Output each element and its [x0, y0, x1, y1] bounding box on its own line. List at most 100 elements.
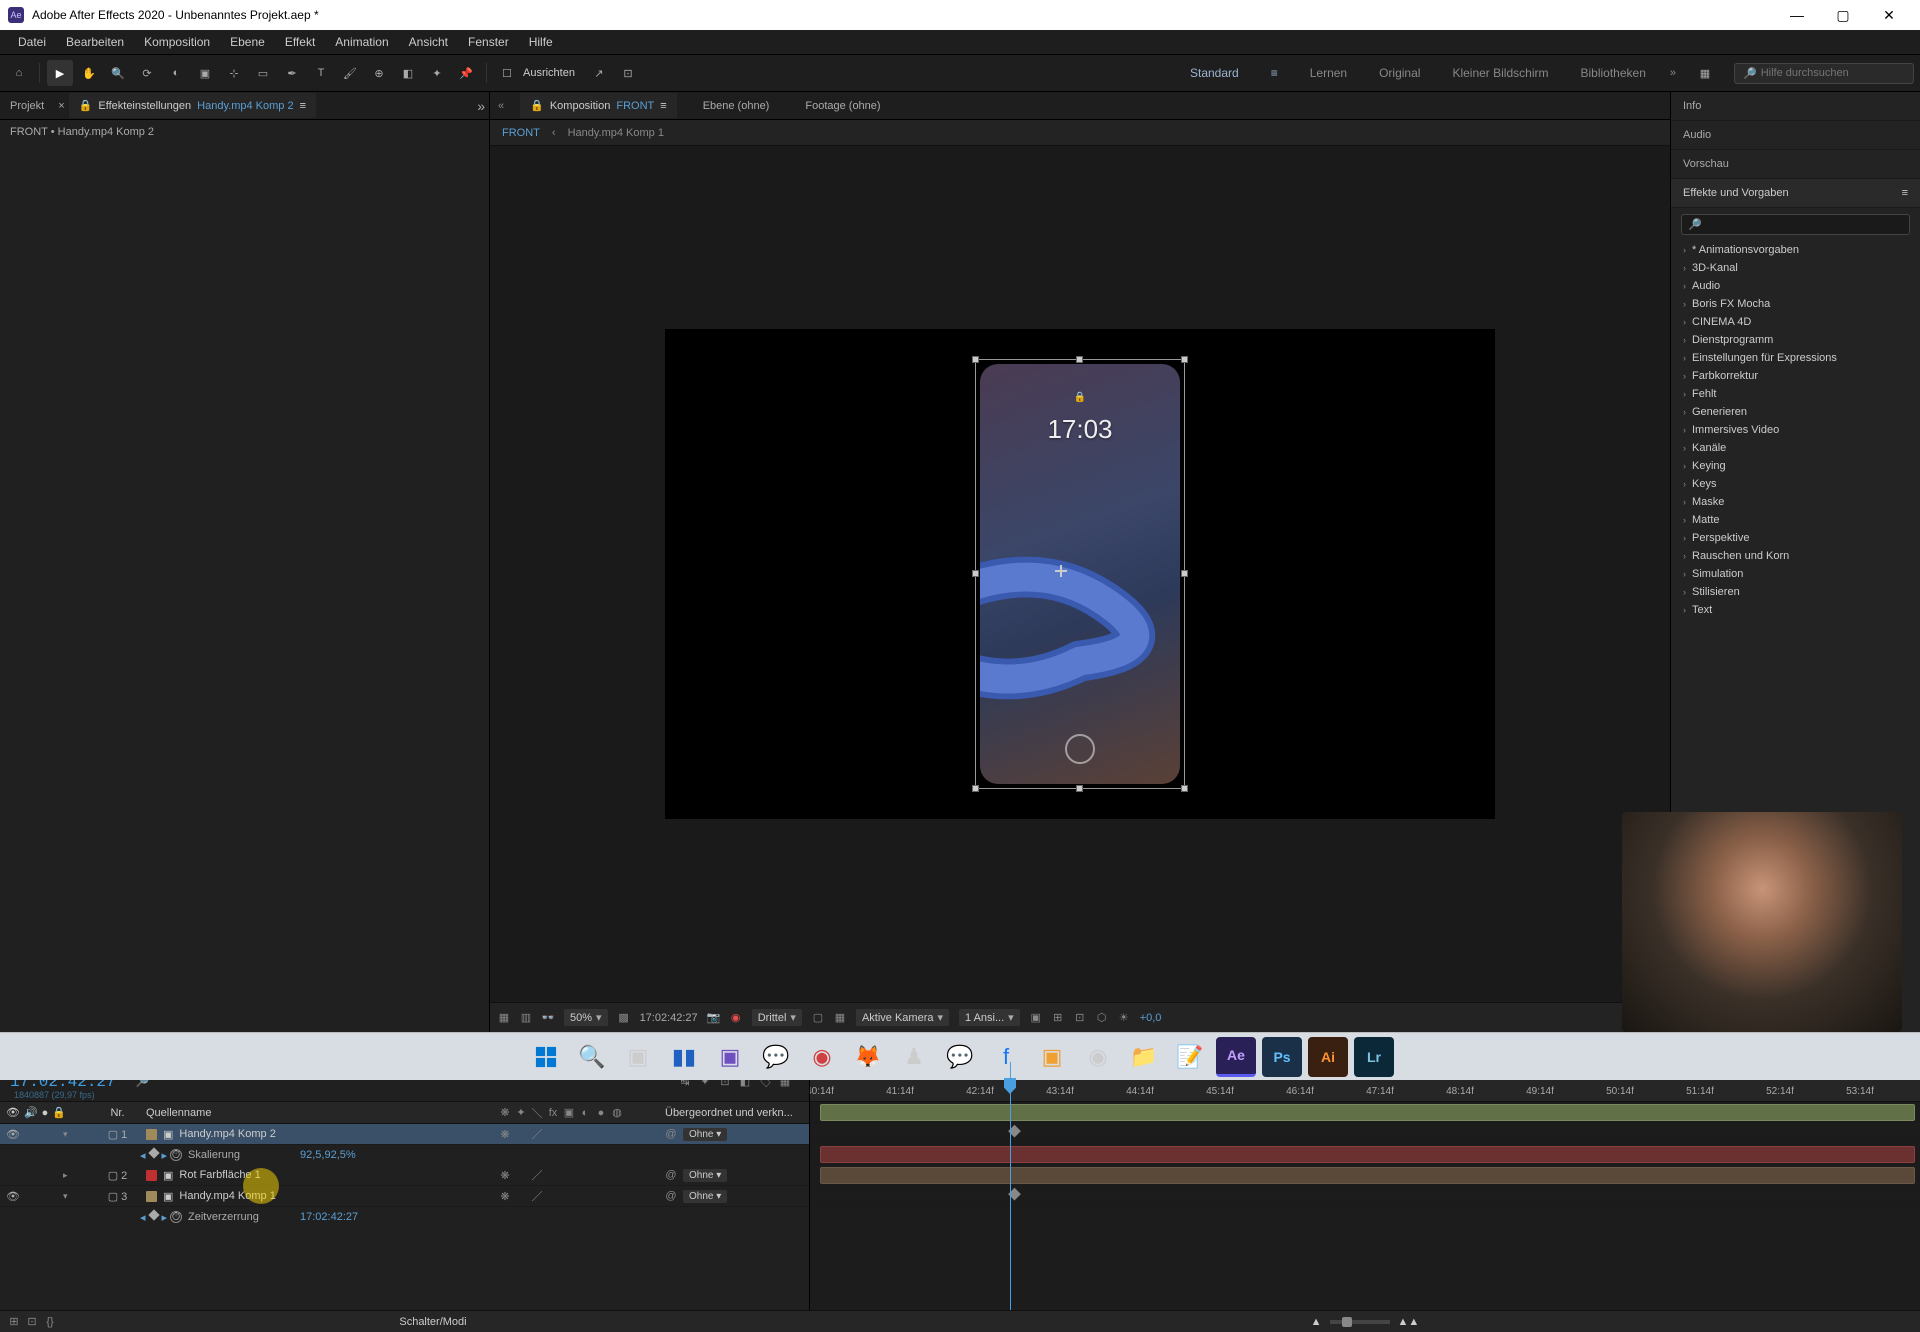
effect-category[interactable]: ›Simulation [1671, 565, 1920, 583]
taskbar-obs[interactable]: ◉ [1078, 1037, 1118, 1077]
brush-tool[interactable]: 🖌 [337, 60, 363, 86]
effect-category[interactable]: ›Maske [1671, 493, 1920, 511]
close-button[interactable]: ✕ [1866, 0, 1912, 30]
timeline-track-area[interactable]: 40:14f41:14f42:14f43:14f44:14f45:14f46:1… [810, 1062, 1920, 1310]
panel-effects[interactable]: Effekte und Vorgaben ≡ [1671, 179, 1920, 208]
workspace-overflow-icon[interactable]: » [1670, 67, 1676, 79]
selection-tool[interactable]: ▶ [47, 60, 73, 86]
zoom-tool[interactable]: 🔍 [105, 60, 131, 86]
workspace-original[interactable]: Original [1371, 62, 1428, 84]
menu-help[interactable]: Hilfe [519, 31, 563, 53]
effect-category[interactable]: ›* Animationsvorgaben [1671, 241, 1920, 259]
effect-category[interactable]: ›Boris FX Mocha [1671, 295, 1920, 313]
timeline-zoom[interactable]: ▲ ▲▲ [810, 1316, 1920, 1328]
project-tab-close[interactable]: × [54, 100, 68, 112]
menu-animation[interactable]: Animation [325, 31, 398, 53]
effect-category[interactable]: ›Einstellungen für Expressions [1671, 349, 1920, 367]
minimize-button[interactable]: — [1774, 0, 1820, 30]
breadcrumb-comp[interactable]: Handy.mp4 Komp 1 [568, 127, 664, 139]
effect-category[interactable]: ›Keying [1671, 457, 1920, 475]
effect-category[interactable]: ›Dienstprogramm [1671, 331, 1920, 349]
ec-tab-menu-icon[interactable]: ≡ [300, 100, 306, 112]
maximize-button[interactable]: ▢ [1820, 0, 1866, 30]
effects-search[interactable]: 🔎 [1681, 214, 1910, 235]
anchor-point-icon[interactable] [1055, 565, 1067, 577]
transform-handle[interactable] [1076, 785, 1083, 792]
views-select[interactable]: 1 Ansi... ▾ [959, 1009, 1020, 1026]
switch-col-6[interactable]: ◐ [579, 1107, 591, 1119]
transform-handle[interactable] [1181, 356, 1188, 363]
layer-tab[interactable]: Ebene (ohne) [693, 94, 780, 118]
workspace-libraries[interactable]: Bibliotheken [1572, 62, 1653, 84]
switch-col-5[interactable]: ▣ [563, 1107, 575, 1119]
exposure-value[interactable]: +0,0 [1140, 1012, 1162, 1024]
property-row[interactable]: ◂▸⏱Zeitverzerrung17:02:42:27 [0, 1207, 809, 1227]
switch-col-7[interactable]: ● [595, 1107, 607, 1119]
snap-opt-2[interactable]: ⊡ [615, 60, 641, 86]
vf-icon-c[interactable]: ⊡ [1074, 1012, 1086, 1024]
transform-handle[interactable] [972, 785, 979, 792]
switch-col-2[interactable]: ✦ [515, 1107, 527, 1119]
effect-category[interactable]: ›Keys [1671, 475, 1920, 493]
effects-search-input[interactable] [1702, 219, 1903, 231]
comp-tab-nav-icon[interactable]: « [498, 100, 504, 112]
workspace-learn[interactable]: Lernen [1302, 62, 1355, 84]
taskbar-lightroom[interactable]: Lr [1354, 1037, 1394, 1077]
search-help[interactable]: 🔎 [1734, 63, 1914, 84]
menu-composition[interactable]: Komposition [134, 31, 220, 53]
vf-icon-b[interactable]: ⊞ [1052, 1012, 1064, 1024]
effect-category[interactable]: ›Kanäle [1671, 439, 1920, 457]
workspace-standard[interactable]: Standard [1182, 62, 1247, 84]
effect-category[interactable]: ›Text [1671, 601, 1920, 619]
taskbar-app-4[interactable]: ▣ [1032, 1037, 1072, 1077]
camera-tool[interactable]: ▣ [192, 60, 218, 86]
playhead[interactable] [1010, 1062, 1011, 1310]
taskbar-app-1[interactable]: ▣ [710, 1037, 750, 1077]
effect-category[interactable]: ›3D-Kanal [1671, 259, 1920, 277]
zoom-select[interactable]: 50% ▾ [564, 1009, 608, 1026]
type-tool[interactable]: T [308, 60, 334, 86]
mask-icon[interactable]: 👓 [542, 1012, 554, 1024]
puppet-tool[interactable]: 📌 [453, 60, 479, 86]
effect-category[interactable]: ›Farbkorrektur [1671, 367, 1920, 385]
taskbar-messenger[interactable]: 💬 [940, 1037, 980, 1077]
taskbar-app-2[interactable]: ◉ [802, 1037, 842, 1077]
effect-category[interactable]: ›Immersives Video [1671, 421, 1920, 439]
switch-col-3[interactable]: ＼ [531, 1107, 543, 1119]
snapshot-icon[interactable]: 📷 [708, 1012, 720, 1024]
switch-col-4[interactable]: fx [547, 1107, 559, 1119]
layer-row[interactable]: 👁▾▢ 1▣Handy.mp4 Komp 2❋／@Ohne ▾ [0, 1124, 809, 1145]
effect-category[interactable]: ›Perspektive [1671, 529, 1920, 547]
clone-tool[interactable]: ⊕ [366, 60, 392, 86]
layer-bar[interactable] [820, 1167, 1915, 1184]
grid-icon[interactable]: ▦ [498, 1012, 510, 1024]
taskbar-photoshop[interactable]: Ps [1262, 1037, 1302, 1077]
workspace-small[interactable]: Kleiner Bildschirm [1444, 62, 1556, 84]
transform-handle[interactable] [1076, 356, 1083, 363]
home-tool[interactable]: ⌂ [6, 60, 32, 86]
rotation-tool[interactable]: ◐ [163, 60, 189, 86]
menu-edit[interactable]: Bearbeiten [56, 31, 134, 53]
effect-category[interactable]: ›Audio [1671, 277, 1920, 295]
zoom-out-icon[interactable]: ▲ [1311, 1316, 1322, 1328]
switch-col-8[interactable]: ◍ [611, 1107, 623, 1119]
switches-modes-toggle[interactable]: Schalter/Modi [56, 1316, 810, 1328]
effect-category[interactable]: ›Generieren [1671, 403, 1920, 421]
roi-icon[interactable]: ▢ [812, 1012, 824, 1024]
menu-effect[interactable]: Effekt [275, 31, 325, 53]
effect-category[interactable]: ›CINEMA 4D [1671, 313, 1920, 331]
effect-category[interactable]: ›Fehlt [1671, 385, 1920, 403]
transparency-icon[interactable]: ▩ [618, 1012, 630, 1024]
transform-handle[interactable] [972, 570, 979, 577]
orbit-tool[interactable]: ⟳ [134, 60, 160, 86]
taskbar-illustrator[interactable]: Ai [1308, 1037, 1348, 1077]
effect-category[interactable]: ›Stilisieren [1671, 583, 1920, 601]
switch-col-1[interactable]: ❋ [499, 1107, 511, 1119]
vf-icon-d[interactable]: ⬡ [1096, 1012, 1108, 1024]
taskbar-explorer[interactable]: ▮▮ [664, 1037, 704, 1077]
guides-icon[interactable]: ▥ [520, 1012, 532, 1024]
property-row[interactable]: ◂▸⏱Skalierung92,5,92,5% [0, 1145, 809, 1165]
exposure-reset-icon[interactable]: ☀ [1118, 1012, 1130, 1024]
tl-footer-icon-3[interactable]: {} [44, 1316, 56, 1328]
taskbar-whatsapp[interactable]: 💬 [756, 1037, 796, 1077]
